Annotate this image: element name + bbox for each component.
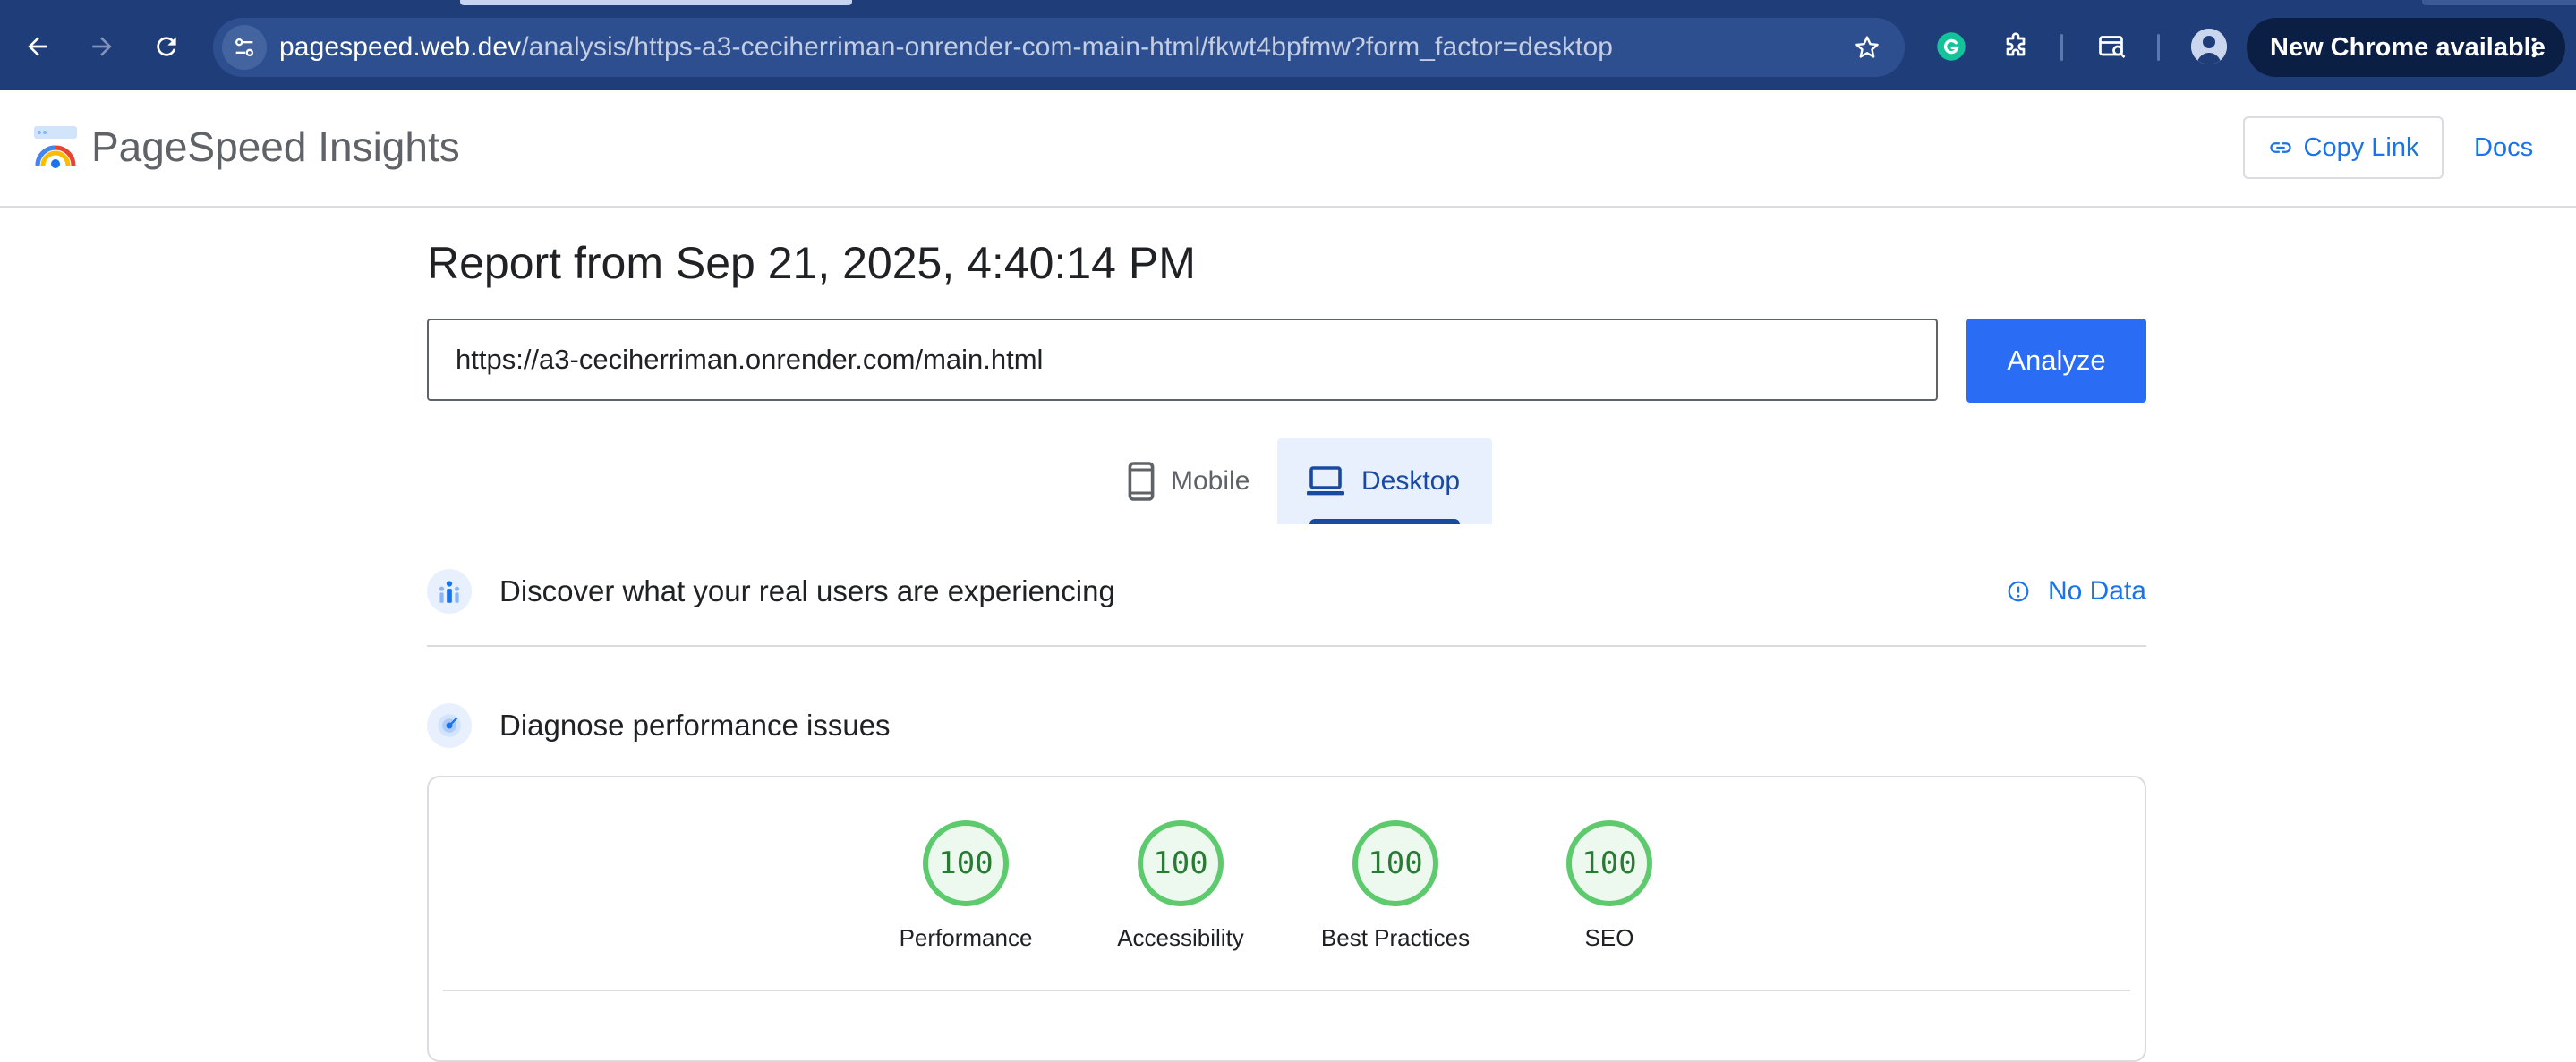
score-label: SEO	[1584, 924, 1634, 951]
person-icon	[2191, 29, 2227, 64]
diagnose-icon	[427, 703, 472, 748]
copy-link-label: Copy Link	[2303, 132, 2419, 162]
score-gauge-performance[interactable]: 100 Performance	[858, 820, 1073, 952]
report-title: Report from Sep 21, 2025, 4:40:14 PM	[427, 238, 1196, 288]
diagnose-section: Diagnose performance issues	[427, 694, 2146, 757]
arrow-right-icon	[88, 32, 116, 61]
field-data-section[interactable]: Discover what your real users are experi…	[427, 560, 2146, 623]
selected-tab-indicator	[1309, 519, 1460, 524]
tab-mobile[interactable]: Mobile	[1099, 438, 1276, 524]
reload-icon	[152, 32, 181, 61]
copy-link-button[interactable]: Copy Link	[2243, 116, 2444, 179]
more-vert-icon[interactable]	[2515, 29, 2553, 66]
link-icon	[2268, 135, 2293, 160]
browser-toolbar: pagespeed.web.dev/analysis/https-a3-ceci…	[0, 0, 2576, 91]
score-value: 100	[1566, 820, 1652, 906]
info-icon	[2007, 580, 2030, 603]
laptop-icon	[1306, 466, 1345, 497]
grammarly-extension-button[interactable]	[1930, 25, 1973, 68]
reload-button[interactable]	[141, 21, 192, 72]
site-title[interactable]: PageSpeed Insights	[91, 115, 460, 178]
url-input[interactable]	[427, 319, 1938, 401]
tab-search-icon	[2096, 30, 2128, 63]
profile-avatar[interactable]	[2191, 29, 2227, 64]
back-button[interactable]	[13, 21, 63, 72]
grammarly-icon	[1935, 30, 1967, 63]
extensions-button[interactable]	[1994, 25, 2037, 68]
section-divider	[427, 645, 2146, 647]
score-gauge-seo[interactable]: 100 SEO	[1502, 820, 1717, 952]
active-tab-indicator[interactable]	[460, 0, 852, 5]
address-bar[interactable]: pagespeed.web.dev/analysis/https-a3-ceci…	[213, 18, 1905, 77]
update-label: New Chrome available	[2270, 33, 2546, 62]
score-value: 100	[1352, 820, 1438, 906]
bookmark-button[interactable]	[1847, 28, 1887, 67]
score-gauge-accessibility[interactable]: 100 Accessibility	[1073, 820, 1288, 952]
forward-button[interactable]	[77, 21, 127, 72]
score-value: 100	[923, 820, 1009, 906]
tab-search-button[interactable]	[2091, 25, 2134, 68]
tab-desktop[interactable]: Desktop	[1277, 438, 1492, 524]
star-icon	[1853, 33, 1881, 62]
score-value: 100	[1138, 820, 1224, 906]
score-gauge-best-practices[interactable]: 100 Best Practices	[1288, 820, 1503, 952]
url-path: /analysis/https-a3-ceciherriman-onrender…	[521, 32, 1614, 62]
diagnose-heading: Diagnose performance issues	[499, 709, 891, 742]
analyze-button[interactable]: Analyze	[1966, 319, 2146, 403]
url-text[interactable]: pagespeed.web.dev/analysis/https-a3-ceci…	[279, 18, 1613, 77]
score-label: Best Practices	[1320, 924, 1471, 951]
score-label: Performance	[899, 924, 1033, 951]
site-header: PageSpeed Insights Copy Link Docs	[0, 90, 2576, 208]
puzzle-icon	[2000, 30, 2032, 63]
smartphone-icon	[1128, 462, 1155, 501]
tab-mobile-label: Mobile	[1171, 466, 1250, 496]
docs-link[interactable]: Docs	[2474, 116, 2533, 179]
tab-desktop-label: Desktop	[1361, 466, 1461, 496]
no-data-indicator[interactable]: No Data	[2007, 560, 2146, 623]
toolbar-separator	[2060, 34, 2063, 61]
scores-card: 100 Performance 100 Accessibility 100 Be…	[427, 776, 2146, 1062]
url-host: pagespeed.web.dev	[279, 32, 522, 62]
field-data-heading: Discover what your real users are experi…	[499, 574, 1115, 607]
no-data-label: No Data	[2047, 576, 2146, 606]
site-info-button[interactable]	[222, 25, 267, 70]
tab-strip-edge	[2422, 0, 2576, 5]
users-chart-icon	[427, 569, 472, 614]
arrow-left-icon	[23, 32, 52, 61]
chrome-update-button[interactable]: New Chrome available	[2247, 18, 2565, 77]
pagespeed-logo-icon[interactable]	[32, 124, 79, 171]
toolbar-separator	[2157, 34, 2160, 61]
tune-icon	[232, 35, 257, 60]
card-divider	[443, 990, 2130, 991]
score-label: Accessibility	[1117, 924, 1244, 951]
